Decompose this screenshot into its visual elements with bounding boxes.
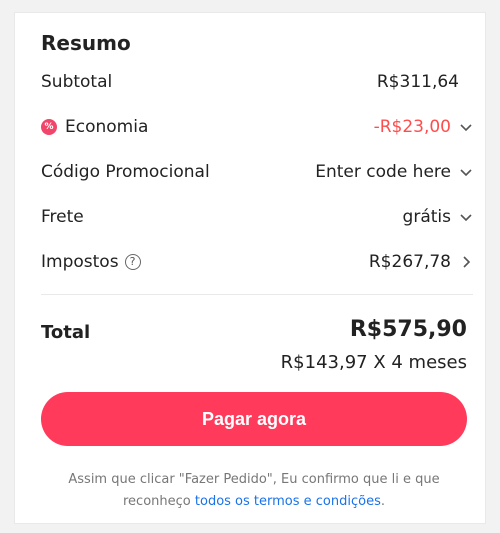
- summary-divider: [41, 294, 473, 295]
- chevron-down-icon[interactable]: [459, 165, 473, 179]
- total-label: Total: [41, 322, 91, 343]
- pay-now-button[interactable]: Pagar agora: [41, 392, 467, 446]
- order-summary-card: Resumo Subtotal R$311,64 % Economia -R$2…: [14, 12, 486, 524]
- taxes-row[interactable]: Impostos ? R$267,78: [41, 250, 473, 274]
- terms-link[interactable]: todos os termos e condições: [195, 494, 381, 509]
- shipping-label: Frete: [41, 207, 84, 227]
- savings-label: Economia: [65, 117, 149, 137]
- promo-code-row[interactable]: Código Promocional Enter code here: [41, 160, 473, 184]
- promo-code-input-placeholder[interactable]: Enter code here: [315, 162, 451, 182]
- chevron-down-icon[interactable]: [459, 120, 473, 134]
- summary-title: Resumo: [41, 31, 131, 55]
- discount-badge-icon: %: [41, 119, 57, 135]
- taxes-value: R$267,78: [368, 252, 451, 272]
- installment-text: R$143,97 X 4 meses: [280, 352, 467, 373]
- shipping-row[interactable]: Frete grátis: [41, 205, 473, 229]
- legal-notice: Assim que clicar "Fazer Pedido", Eu conf…: [41, 469, 467, 513]
- savings-row[interactable]: % Economia -R$23,00: [41, 115, 473, 139]
- shipping-value: grátis: [402, 207, 451, 227]
- chevron-down-icon[interactable]: [459, 210, 473, 224]
- question-circle-icon[interactable]: ?: [124, 254, 141, 270]
- chevron-right-icon[interactable]: [459, 255, 473, 269]
- subtotal-label: Subtotal: [41, 72, 113, 92]
- subtotal-value: R$311,64: [376, 72, 459, 92]
- taxes-label: Impostos: [41, 252, 119, 272]
- promo-label: Código Promocional: [41, 162, 210, 182]
- subtotal-row: Subtotal R$311,64: [41, 70, 473, 94]
- legal-text-suffix: .: [380, 494, 385, 509]
- savings-value: -R$23,00: [373, 117, 451, 137]
- total-value: R$575,90: [349, 317, 467, 342]
